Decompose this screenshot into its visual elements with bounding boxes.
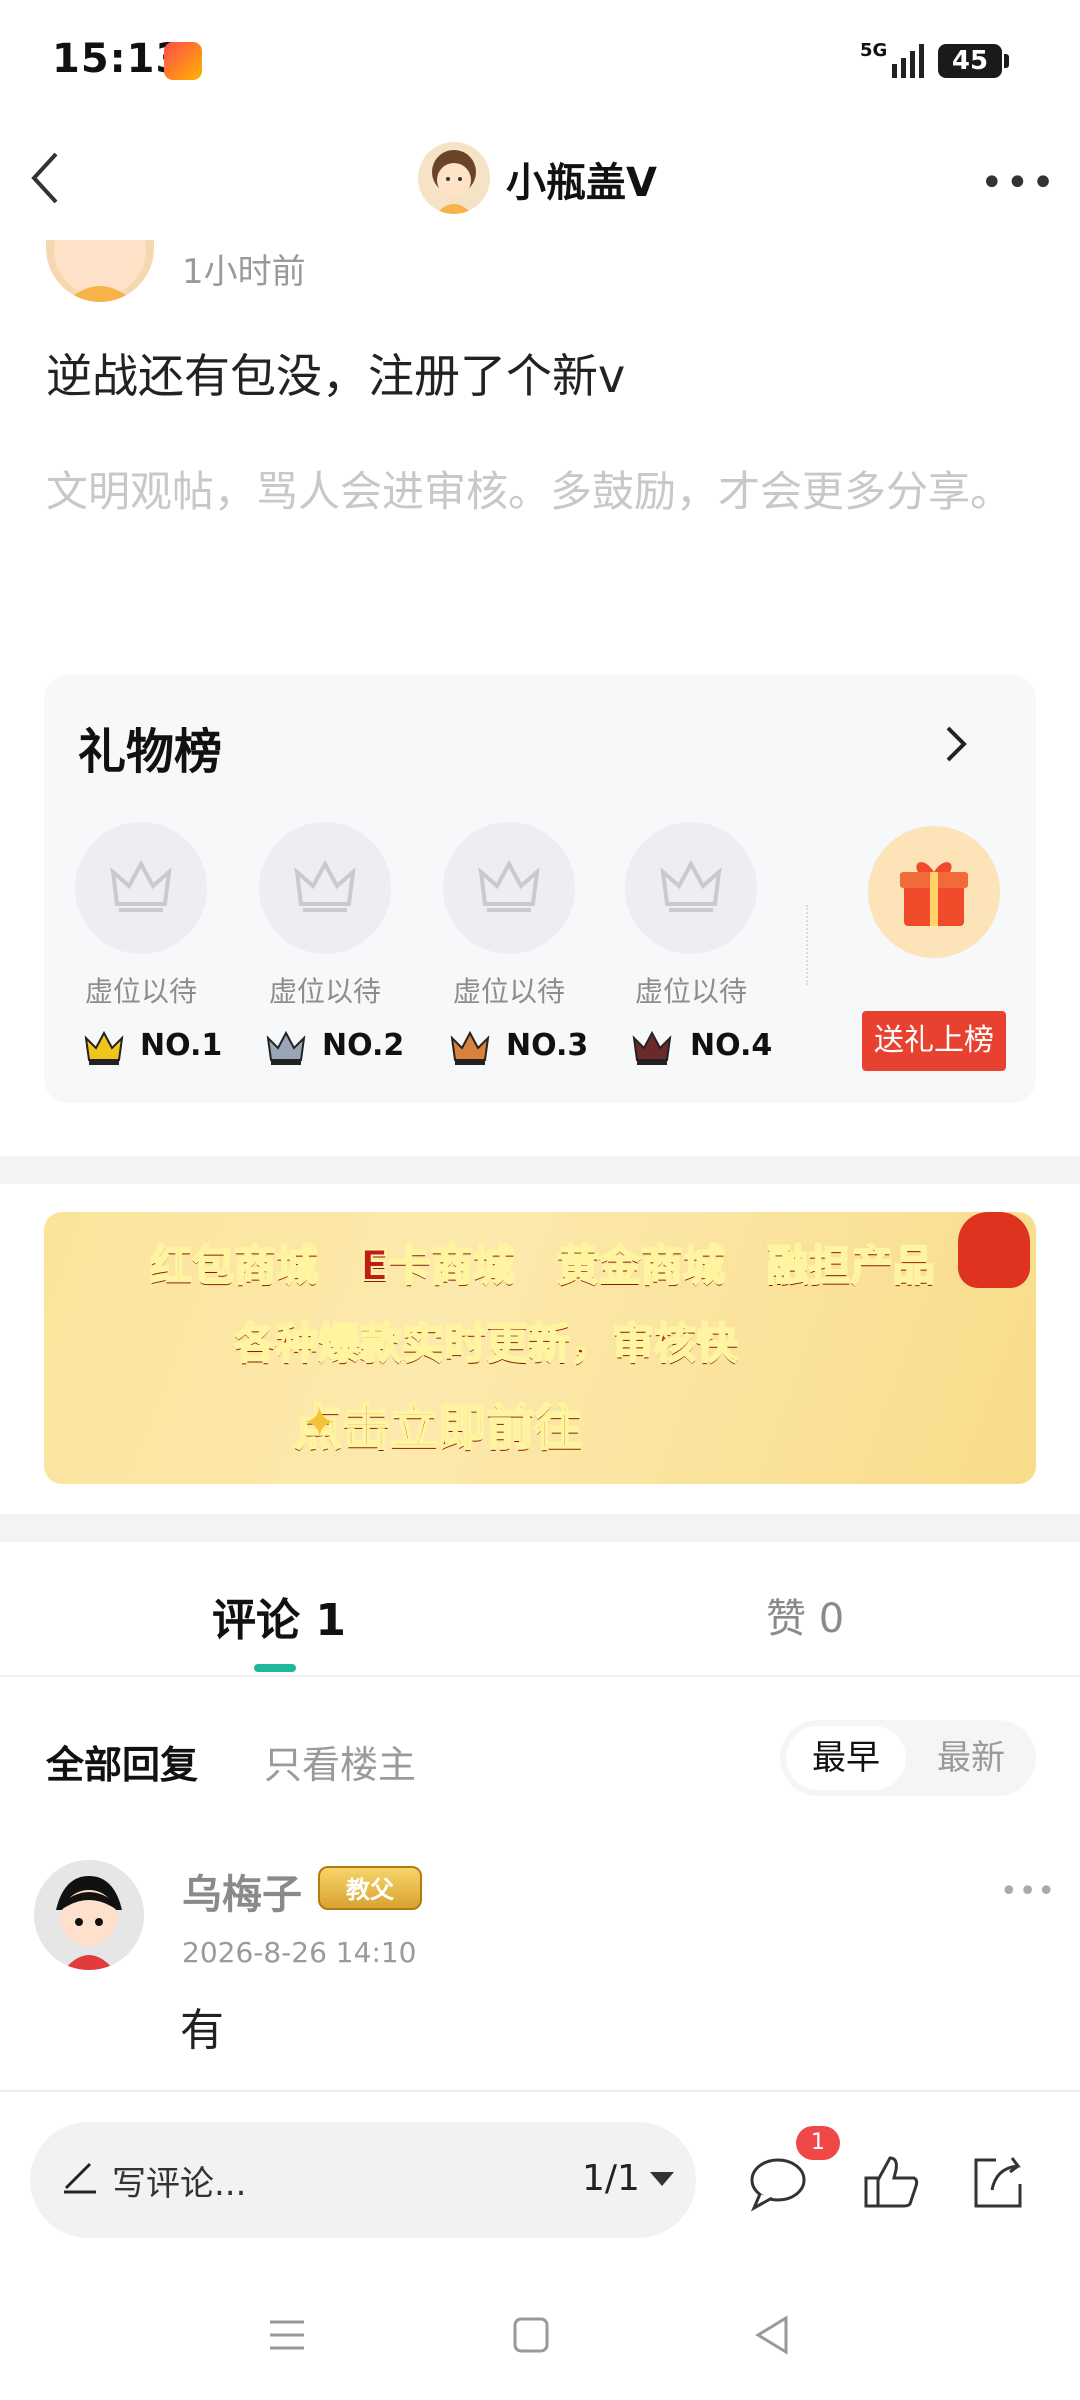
- empty-slot-crown-icon: [75, 822, 207, 954]
- tab-likes[interactable]: 赞 0: [766, 1586, 844, 1644]
- slot-label: 虚位以待: [268, 975, 381, 1008]
- system-back-icon[interactable]: [748, 2310, 798, 2360]
- sort-earliest-button[interactable]: 最早: [786, 1726, 906, 1790]
- crown-dark-icon: [632, 1030, 672, 1065]
- comment-icon[interactable]: [746, 2150, 810, 2214]
- divider: [806, 905, 808, 985]
- network-type: 5G: [860, 40, 888, 61]
- tab-comments[interactable]: 评论 1: [212, 1584, 346, 1648]
- chevron-down-icon[interactable]: [650, 2172, 674, 2186]
- rank-no2: NO.2: [322, 1028, 405, 1063]
- crown-bronze-icon: [450, 1030, 490, 1065]
- crown-silver-icon: [266, 1030, 306, 1065]
- gift-slot-2[interactable]: 虚位以待: [258, 822, 392, 1010]
- comment-time: 2026-8-26 14:10: [182, 1936, 417, 1969]
- bottom-divider: [0, 2090, 1080, 2092]
- pencil-icon: [64, 2162, 96, 2194]
- user-badge: 教父: [318, 1866, 422, 1910]
- share-icon[interactable]: [966, 2150, 1030, 2214]
- tab-indicator: [254, 1664, 296, 1672]
- gift-icon[interactable]: [868, 826, 1000, 958]
- gift-board-title: 礼物榜: [78, 724, 223, 780]
- menu-icon[interactable]: [262, 2310, 312, 2360]
- comment-count-badge: 1: [796, 2126, 840, 2160]
- slot-label: 虚位以待: [84, 975, 197, 1008]
- slot-label: 虚位以待: [634, 975, 747, 1008]
- empty-slot-crown-icon: [259, 822, 391, 954]
- empty-slot-crown-icon: [625, 822, 757, 954]
- promo-banner[interactable]: 红包商城 E卡商城 黄金商城 融担产品 各种爆款实时更新，审核快 点击立即前往 …: [44, 1212, 1036, 1484]
- battery-icon: 45: [938, 44, 1009, 78]
- comment-input-placeholder[interactable]: 写评论...: [112, 2156, 246, 2205]
- comment-text: 有: [180, 2005, 224, 2056]
- section-separator: [0, 1156, 1080, 1184]
- sort-newest-button[interactable]: 最新: [916, 1726, 1026, 1790]
- section-separator: [0, 1514, 1080, 1542]
- send-gift-button[interactable]: 送礼上榜: [862, 1011, 1006, 1071]
- slot-label: 虚位以待: [452, 975, 565, 1008]
- sparkle-icon: ✦: [302, 1398, 338, 1447]
- home-icon[interactable]: [506, 2310, 556, 2360]
- comment-more-icon[interactable]: •••: [1000, 1874, 1056, 1909]
- back-icon[interactable]: [26, 148, 66, 208]
- signal-icon: [892, 44, 924, 78]
- like-icon[interactable]: [860, 2150, 924, 2214]
- gift-slot-1[interactable]: 虚位以待: [74, 822, 208, 1010]
- mascot-icon: [958, 1212, 1030, 1288]
- post-author-avatar[interactable]: [46, 240, 154, 302]
- crown-gold-icon: [84, 1030, 124, 1065]
- empty-slot-crown-icon: [443, 822, 575, 954]
- gift-slot-4[interactable]: 虚位以待: [624, 822, 758, 1010]
- post-time: 1小时前: [182, 252, 306, 292]
- page-title: 小瓶盖V: [506, 160, 657, 206]
- commenter-avatar[interactable]: [34, 1860, 144, 1970]
- rank-no4: NO.4: [690, 1028, 773, 1063]
- post-hint: 文明观帖，骂人会进审核。多鼓励，才会更多分享。: [46, 467, 1013, 516]
- page-indicator[interactable]: 1/1: [582, 2158, 640, 2199]
- chevron-right-icon[interactable]: [940, 722, 970, 766]
- commenter-name[interactable]: 乌梅子: [182, 1862, 302, 1920]
- rank-no1: NO.1: [140, 1028, 223, 1063]
- status-bar: 15:13 5G 45: [0, 0, 1080, 120]
- rank-no3: NO.3: [506, 1028, 589, 1063]
- filter-owner-only[interactable]: 只看楼主: [264, 1734, 416, 1789]
- banner-line-1: 红包商城 E卡商城 黄金商城 融担产品: [149, 1240, 936, 1291]
- banner-line-2: 各种爆款实时更新，审核快: [233, 1318, 739, 1369]
- post-content: 逆战还有包没，注册了个新v: [46, 349, 626, 403]
- tab-divider: [0, 1675, 1080, 1677]
- more-icon[interactable]: •••: [980, 160, 1057, 206]
- gift-slot-3[interactable]: 虚位以待: [442, 822, 576, 1010]
- app-notification-icon: [164, 42, 202, 80]
- filter-all-replies[interactable]: 全部回复: [46, 1734, 198, 1789]
- author-avatar[interactable]: [418, 142, 490, 214]
